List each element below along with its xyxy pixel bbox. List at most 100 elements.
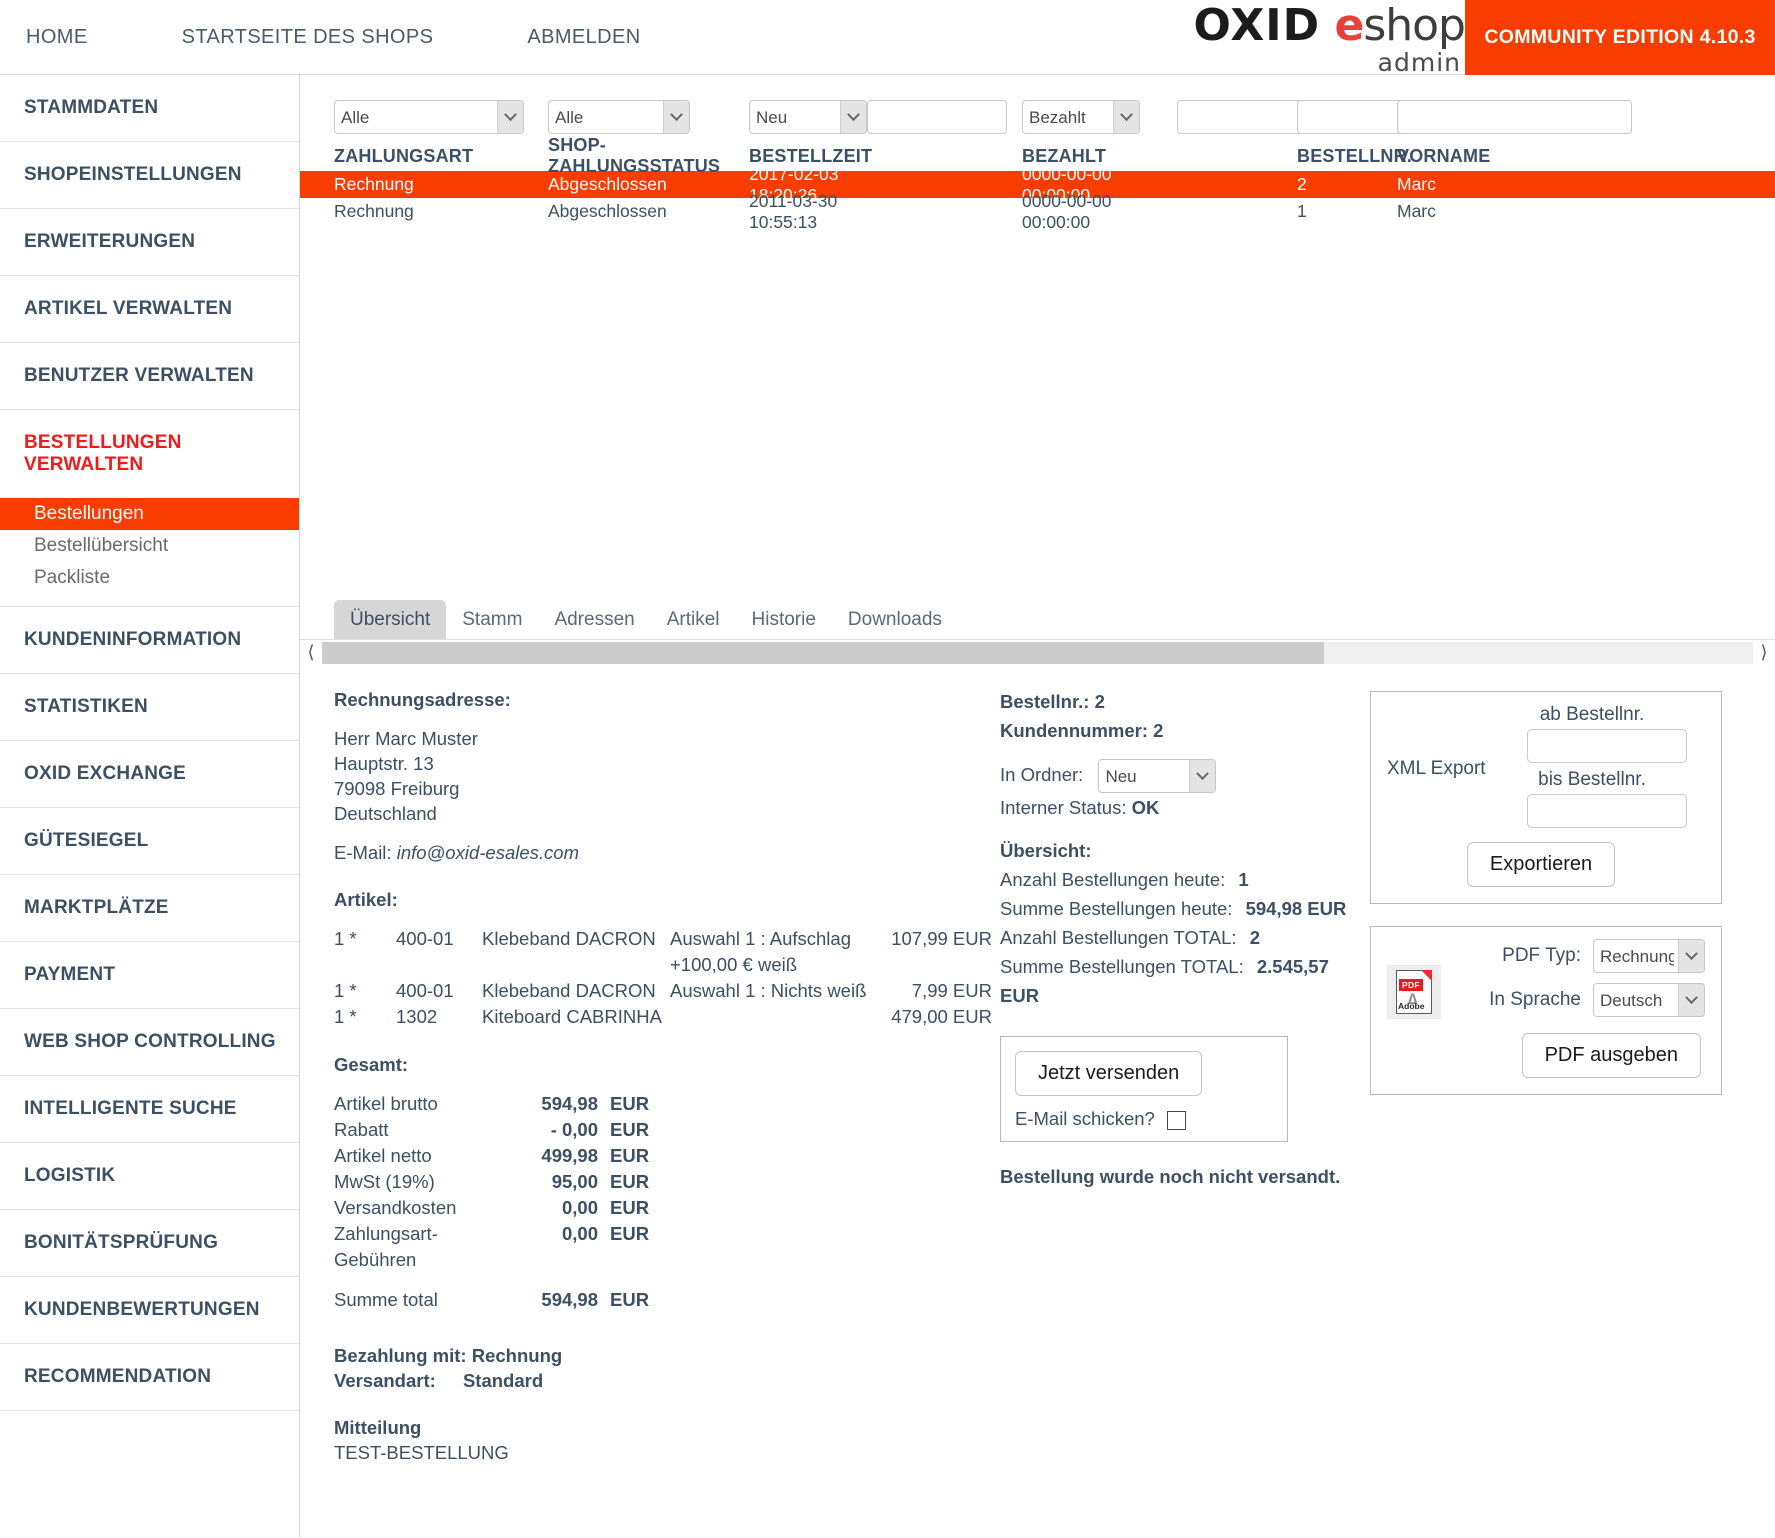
sidebar-item-bestellungen-verwalten[interactable]: BESTELLUNGEN VERWALTEN bbox=[0, 410, 299, 498]
logo-admin-text: admin bbox=[1194, 50, 1462, 75]
filter-bezahlt-select[interactable]: Bezahlt bbox=[1022, 100, 1140, 134]
sidebar-group-kundeninformation: KUNDENINFORMATION bbox=[0, 607, 299, 674]
nav-home[interactable]: HOME bbox=[0, 26, 158, 49]
sidebar-group-bonitaetspruefung: BONITÄTSPRÜFUNG bbox=[0, 1210, 299, 1277]
sidebar-item-guetesiegel[interactable]: GÜTESIEGEL bbox=[0, 808, 299, 874]
sidebar-item-payment[interactable]: PAYMENT bbox=[0, 942, 299, 1008]
sidebar-item-artikel-verwalten[interactable]: ARTIKEL VERWALTEN bbox=[0, 276, 299, 342]
totals-currency: EUR bbox=[598, 1169, 649, 1195]
sidebar-subitem-bestellungen[interactable]: Bestellungen bbox=[0, 498, 299, 530]
shipping-method-value: Standard bbox=[441, 1370, 543, 1391]
filter-bestellzeit-select[interactable]: Neu bbox=[749, 100, 867, 134]
totals-currency: EUR bbox=[598, 1221, 649, 1273]
filter-shop-zahlungsstatus-select[interactable]: Alle bbox=[548, 100, 690, 134]
tab-uebersicht[interactable]: Übersicht bbox=[334, 600, 446, 639]
pdf-button-row: PDF ausgeben bbox=[1387, 1027, 1705, 1078]
sidebar-item-logistik[interactable]: LOGISTIK bbox=[0, 1143, 299, 1209]
article-price: 479,00 EUR bbox=[870, 1004, 1000, 1030]
sidebar-item-stammdaten[interactable]: STAMMDATEN bbox=[0, 75, 299, 141]
tab-downloads[interactable]: Downloads bbox=[832, 600, 958, 639]
sidebar-item-erweiterungen[interactable]: ERWEITERUNGEN bbox=[0, 209, 299, 275]
xml-export-fields: ab Bestellnr. bis Bestellnr. bbox=[1497, 704, 1705, 834]
filter-freitext1-input[interactable] bbox=[867, 100, 1007, 134]
edition-badge: COMMUNITY EDITION 4.10.3 bbox=[1465, 0, 1775, 75]
scroll-right-icon[interactable]: ⟩ bbox=[1753, 642, 1775, 663]
sidebar-item-kundeninformation[interactable]: KUNDENINFORMATION bbox=[0, 607, 299, 673]
sidebar-group-kundenbewertungen: KUNDENBEWERTUNGEN bbox=[0, 1277, 299, 1344]
filter-cell-bestellzeit: Neu bbox=[749, 100, 867, 134]
filter-freitext2-input[interactable] bbox=[1177, 100, 1317, 134]
tab-adressen[interactable]: Adressen bbox=[538, 600, 650, 639]
pdf-language-select[interactable]: Deutsch bbox=[1593, 983, 1705, 1017]
scrollbar-track[interactable] bbox=[322, 642, 1753, 664]
xml-export-panel: XML Export ab Bestellnr. bis Bestellnr. … bbox=[1370, 691, 1722, 904]
tab-historie[interactable]: Historie bbox=[736, 600, 832, 639]
sidebar-item-bonitaetspruefung[interactable]: BONITÄTSPRÜFUNG bbox=[0, 1210, 299, 1276]
sidebar-group-bestellungen-verwalten: BESTELLUNGEN VERWALTEN Bestellungen Best… bbox=[0, 410, 299, 607]
totals-value: 0,00 bbox=[502, 1221, 598, 1273]
oxid-eshop-logo: OXID eshop admin bbox=[1194, 4, 1466, 75]
nav-shop-homepage[interactable]: STARTSEITE DES SHOPS bbox=[158, 26, 504, 49]
articles-heading: Artikel: bbox=[334, 887, 1000, 912]
column-header-bestellnr[interactable]: BESTELLNR. bbox=[1297, 146, 1397, 167]
billing-street: Hauptstr. 13 bbox=[334, 751, 1000, 776]
tab-artikel[interactable]: Artikel bbox=[651, 600, 736, 639]
message-text: TEST-BESTELLUNG bbox=[334, 1440, 1000, 1465]
article-qty: 1 * bbox=[334, 1004, 396, 1030]
billing-country: Deutschland bbox=[334, 801, 1000, 826]
send-email-checkbox[interactable] bbox=[1167, 1111, 1186, 1130]
filter-vorname-input[interactable] bbox=[1397, 100, 1632, 134]
pdf-brand-label: Adobe bbox=[1398, 1001, 1424, 1011]
sidebar-item-web-shop-controlling[interactable]: WEB SHOP CONTROLLING bbox=[0, 1009, 299, 1075]
sidebar-group-web-shop-controlling: WEB SHOP CONTROLLING bbox=[0, 1009, 299, 1076]
logo-oxid-text: OXID bbox=[1194, 0, 1321, 51]
totals-line: Rabatt - 0,00 EUR bbox=[334, 1117, 1000, 1143]
totals-currency: EUR bbox=[598, 1091, 649, 1117]
filter-bestellnr-input[interactable] bbox=[1297, 100, 1407, 134]
pdf-type-select[interactable]: Rechnung bbox=[1593, 939, 1705, 973]
export-button[interactable]: Exportieren bbox=[1467, 842, 1615, 887]
sidebar-item-intelligente-suche[interactable]: INTELLIGENTE SUCHE bbox=[0, 1076, 299, 1142]
totals-sum-label: Summe total bbox=[334, 1287, 502, 1313]
sidebar-item-shopeinstellungen[interactable]: SHOPEINSTELLUNGEN bbox=[0, 142, 299, 208]
tab-stamm[interactable]: Stamm bbox=[446, 600, 538, 639]
sidebar-item-oxid-exchange[interactable]: OXID EXCHANGE bbox=[0, 741, 299, 807]
summary-row: Anzahl Bestellungen heute: 1 bbox=[1000, 865, 1370, 894]
folder-select[interactable]: Neu bbox=[1098, 759, 1216, 793]
payment-method-label: Bezahlung mit: bbox=[334, 1345, 467, 1366]
sidebar-item-kundenbewertungen[interactable]: KUNDENBEWERTUNGEN bbox=[0, 1277, 299, 1343]
column-header-shop-zahlungsstatus[interactable]: SHOP-ZAHLUNGSSTATUS bbox=[548, 135, 749, 177]
sidebar-navigation: STAMMDATEN SHOPEINSTELLUNGEN ERWEITERUNG… bbox=[0, 75, 300, 1538]
internal-status-label: Interner Status: bbox=[1000, 797, 1126, 818]
column-header-vorname[interactable]: VORNAME bbox=[1397, 146, 1775, 167]
xml-from-input[interactable] bbox=[1527, 729, 1687, 763]
logo-shop-text: shop bbox=[1363, 0, 1465, 51]
totals-sum-line: Summe total 594,98 EUR bbox=[334, 1287, 1000, 1313]
sidebar-subitem-packliste[interactable]: Packliste bbox=[0, 562, 299, 594]
filter-cell-freitext2 bbox=[1177, 100, 1297, 134]
sidebar-item-benutzer-verwalten[interactable]: BENUTZER VERWALTEN bbox=[0, 343, 299, 409]
table-row[interactable]: Rechnung Abgeschlossen 2011-03-30 10:55:… bbox=[300, 198, 1775, 225]
sidebar-item-marktplaetze[interactable]: MARKTPLÄTZE bbox=[0, 875, 299, 941]
summary-label: Anzahl Bestellungen TOTAL: bbox=[1000, 927, 1237, 948]
totals-sum-value: 594,98 bbox=[502, 1287, 598, 1313]
sidebar-item-recommendation[interactable]: RECOMMENDATION bbox=[0, 1344, 299, 1410]
logo-e-text: e bbox=[1334, 0, 1363, 51]
shop-zahlungsstatus-select-wrapper: Alle bbox=[548, 100, 690, 134]
scrollbar-thumb[interactable] bbox=[322, 642, 1324, 664]
totals-currency: EUR bbox=[598, 1117, 649, 1143]
nav-logout[interactable]: ABMELDEN bbox=[503, 26, 664, 49]
horizontal-scrollbar[interactable]: ⟨ ⟩ bbox=[300, 639, 1775, 665]
filter-zahlungsart-select[interactable]: Alle bbox=[334, 100, 524, 134]
column-header-zahlungsart[interactable]: ZAHLUNGSART bbox=[334, 146, 548, 167]
sidebar-subitem-bestelluebersicht[interactable]: Bestellübersicht bbox=[0, 530, 299, 562]
sidebar-group-payment: PAYMENT bbox=[0, 942, 299, 1009]
xml-to-input[interactable] bbox=[1527, 794, 1687, 828]
summary-label: Anzahl Bestellungen heute: bbox=[1000, 869, 1225, 890]
scroll-left-icon[interactable]: ⟨ bbox=[300, 642, 322, 663]
summary-value: 1 bbox=[1230, 869, 1248, 890]
generate-pdf-button[interactable]: PDF ausgeben bbox=[1522, 1033, 1701, 1078]
article-option bbox=[670, 1004, 870, 1030]
sidebar-item-statistiken[interactable]: STATISTIKEN bbox=[0, 674, 299, 740]
send-now-button[interactable]: Jetzt versenden bbox=[1015, 1051, 1202, 1096]
